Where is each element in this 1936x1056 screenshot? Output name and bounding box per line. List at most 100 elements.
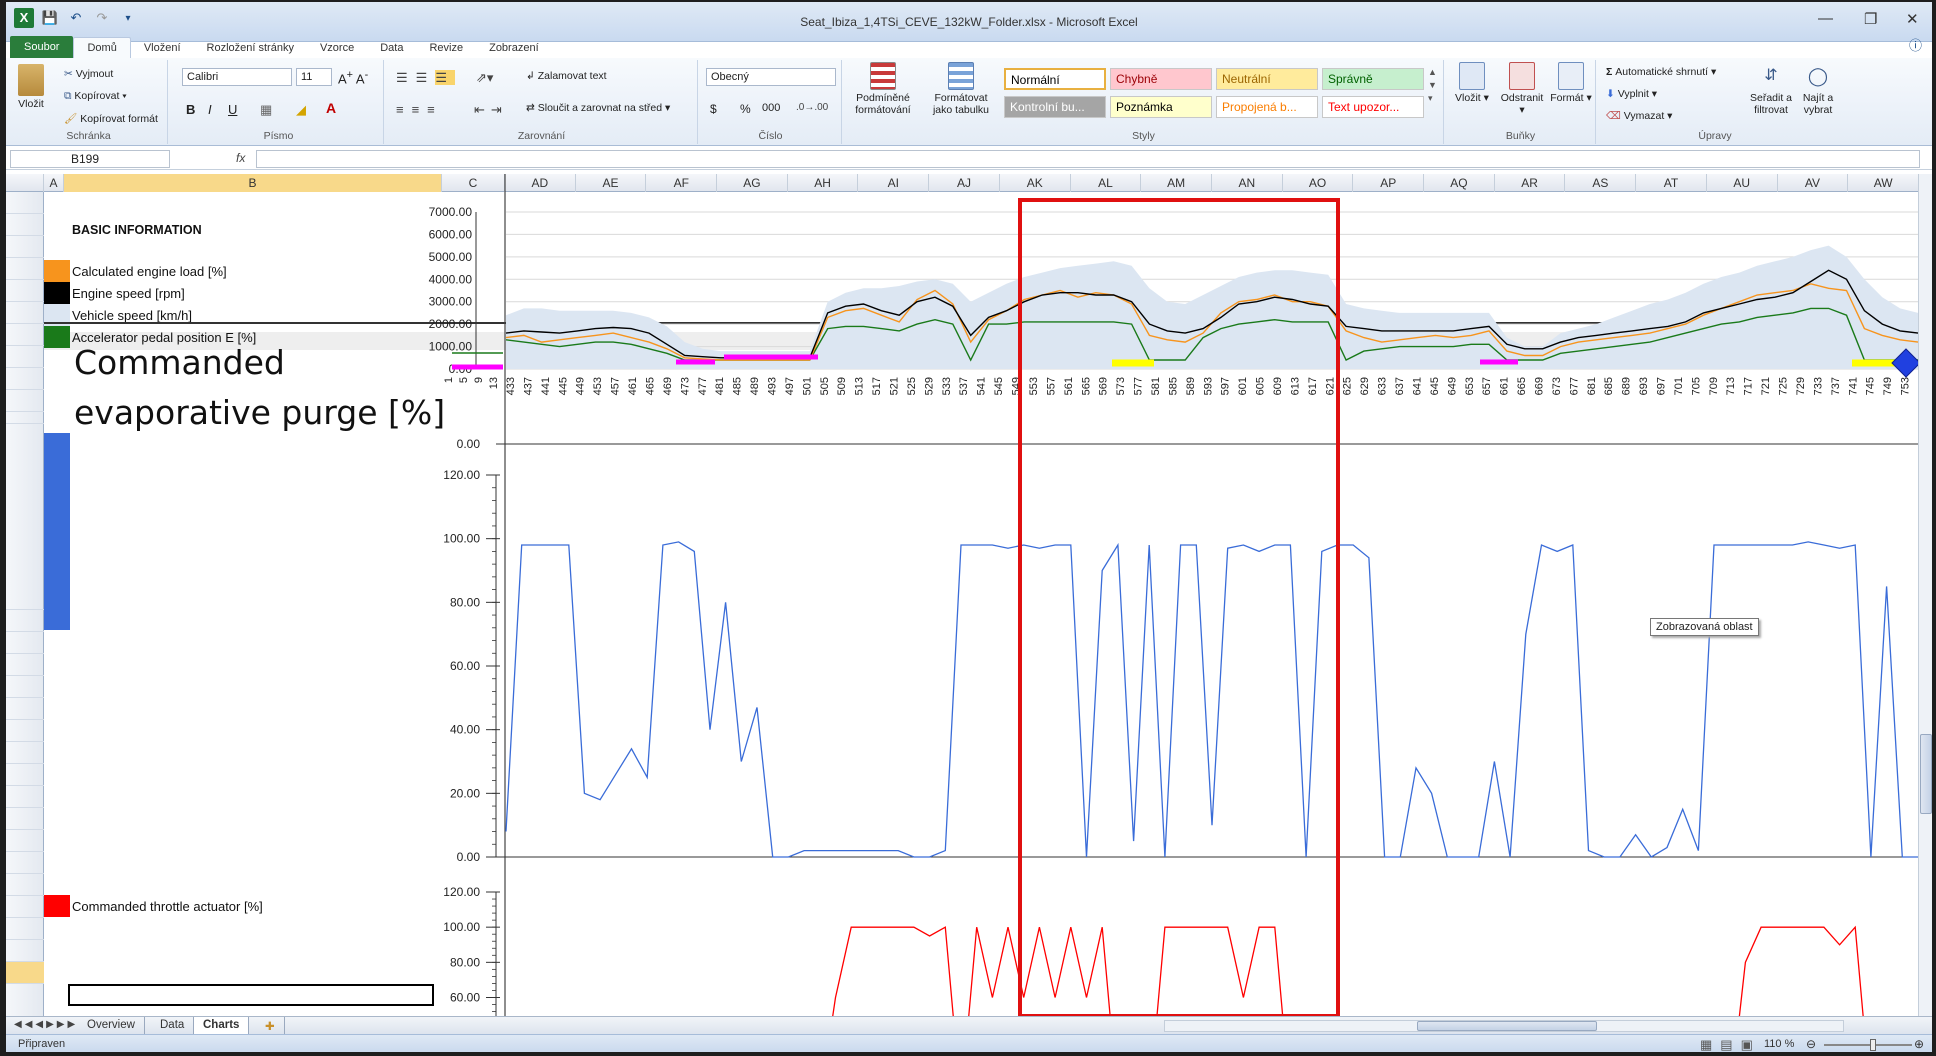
fill-color-icon[interactable]: ◢ — [296, 102, 306, 118]
row-header-193[interactable] — [6, 830, 44, 852]
row-header-198[interactable] — [6, 940, 44, 962]
column-header-ai[interactable]: AI — [859, 174, 930, 192]
zoom-level[interactable]: 110 % — [1764, 1038, 1794, 1050]
vertical-scrollbar[interactable] — [1918, 174, 1932, 1016]
tab-formulas[interactable]: Vzorce — [307, 38, 367, 58]
format-cells-button[interactable]: Formát ▾ — [1550, 62, 1592, 104]
row-header-197[interactable] — [6, 918, 44, 940]
row-header-189[interactable] — [6, 742, 44, 764]
number-format-combo[interactable]: Obecný — [706, 68, 836, 86]
grow-font-button[interactable]: A+ A- — [338, 69, 368, 86]
copy-button[interactable]: ⧉ Kopírovat ▾ — [64, 90, 127, 103]
thousands-button[interactable]: 000 — [762, 102, 780, 114]
find-select-button[interactable]: ◯ Najít a vybrat — [1798, 62, 1838, 116]
cell-style-5[interactable]: Poznámka — [1110, 96, 1212, 118]
wrap-text-button[interactable]: ↲ Zalamovat text — [526, 70, 607, 82]
indent-icon[interactable]: ⇤⇥ — [474, 102, 508, 118]
row-header-5[interactable] — [6, 280, 44, 302]
align-left-icon[interactable]: ≡≡≡ — [396, 102, 443, 117]
zoom-out-icon[interactable]: ⊖ — [1806, 1037, 1816, 1051]
column-header-b[interactable]: B — [64, 174, 442, 192]
row-header-188[interactable] — [6, 720, 44, 742]
clear-button[interactable]: ⌫ Vymazat ▾ — [1606, 110, 1672, 122]
view-mode-icons[interactable]: ▦▤▣ — [1700, 1037, 1761, 1052]
restore-icon[interactable]: ❐ — [1864, 10, 1877, 28]
vertical-scroll-thumb[interactable] — [1920, 734, 1932, 814]
row-header-184[interactable] — [6, 632, 44, 654]
orientation-icon[interactable]: ⇗▾ — [476, 70, 493, 86]
tab-review[interactable]: Revize — [416, 38, 476, 58]
tab-home[interactable]: Domů — [73, 37, 131, 58]
column-header-a[interactable]: A — [44, 174, 64, 192]
insert-function-icon[interactable]: fx — [236, 151, 245, 165]
sort-filter-button[interactable]: ⇵ Seřadit a filtrovat — [1748, 62, 1794, 116]
row-header-194[interactable] — [6, 852, 44, 874]
column-header-au[interactable]: AU — [1707, 174, 1778, 192]
cell-style-0[interactable]: Normální — [1004, 68, 1106, 90]
column-header-ap[interactable]: AP — [1353, 174, 1425, 192]
row-header-187[interactable] — [6, 698, 44, 720]
decimal-icon[interactable]: .0→.00 — [796, 102, 828, 113]
column-header-as[interactable]: AS — [1566, 174, 1637, 192]
row-header-195[interactable] — [6, 874, 44, 896]
row-header-190[interactable] — [6, 764, 44, 786]
column-header-c[interactable]: C — [442, 174, 505, 192]
row-header-3[interactable] — [6, 236, 44, 258]
font-color-icon[interactable]: A — [326, 100, 336, 116]
align-top-icon[interactable]: ☰☰☰ — [396, 70, 455, 86]
column-header-at[interactable]: AT — [1636, 174, 1707, 192]
cut-button[interactable]: ✂ Vyjmout — [64, 68, 113, 80]
name-box[interactable]: B199 — [10, 150, 170, 168]
column-header-ar[interactable]: AR — [1495, 174, 1566, 192]
column-header-ag[interactable]: AG — [717, 174, 788, 192]
insert-sheet-icon[interactable]: ✚ — [256, 1017, 285, 1035]
italic-button[interactable]: I — [208, 102, 212, 117]
tab-insert[interactable]: Vložení — [131, 38, 194, 58]
tab-data[interactable]: Data — [367, 38, 416, 58]
row-header-1[interactable] — [6, 192, 44, 214]
zoom-in-icon[interactable]: ⊕ — [1914, 1037, 1924, 1051]
row-header-180[interactable] — [6, 324, 44, 346]
borders-icon[interactable]: ▦ — [260, 102, 272, 118]
column-header-av[interactable]: AV — [1778, 174, 1849, 192]
zoom-slider-thumb[interactable] — [1870, 1039, 1876, 1051]
cell-style-1[interactable]: Chybně — [1110, 68, 1212, 90]
bold-button[interactable]: B — [186, 102, 195, 117]
row-header-181[interactable] — [6, 346, 44, 368]
fill-button[interactable]: ⬇ Vyplnit ▾ — [1606, 88, 1657, 100]
cell-style-4[interactable]: Kontrolní bu... — [1004, 96, 1106, 118]
column-header-ah[interactable]: AH — [788, 174, 859, 192]
format-painter-button[interactable]: 🖌 Kopírovat formát — [64, 112, 158, 125]
paste-button[interactable]: Vložit — [14, 64, 48, 110]
cell-style-3[interactable]: Správně — [1322, 68, 1424, 90]
minimize-icon[interactable]: — — [1818, 10, 1833, 27]
column-header-al[interactable]: AL — [1071, 174, 1142, 192]
horizontal-scrollbar[interactable] — [1164, 1020, 1844, 1032]
horizontal-scroll-thumb[interactable] — [1417, 1021, 1597, 1031]
column-header-aj[interactable]: AJ — [929, 174, 1000, 192]
row-header-182[interactable] — [6, 368, 44, 610]
worksheet-grid[interactable] — [44, 192, 1924, 1016]
column-header-an[interactable]: AN — [1212, 174, 1283, 192]
conditional-formatting-button[interactable]: Podmíněné formátování — [848, 62, 918, 116]
column-header-ao[interactable]: AO — [1283, 174, 1354, 192]
row-header-199[interactable] — [6, 962, 44, 984]
font-size-combo[interactable]: 11 — [296, 68, 332, 86]
column-header-aq[interactable]: AQ — [1424, 174, 1495, 192]
cell-style-7[interactable]: Text upozor... — [1322, 96, 1424, 118]
autosum-button[interactable]: Σ Automatické shrnutí ▾ — [1606, 66, 1716, 78]
formula-input[interactable] — [256, 150, 1920, 168]
underline-button[interactable]: U — [228, 102, 237, 117]
column-header-ad[interactable]: AD — [505, 174, 576, 192]
column-header-aw[interactable]: AW — [1848, 174, 1919, 192]
merge-center-button[interactable]: ⇄ Sloučit a zarovnat na střed ▾ — [526, 102, 670, 114]
column-header-am[interactable]: AM — [1141, 174, 1212, 192]
column-header-ae[interactable]: AE — [576, 174, 647, 192]
format-as-table-button[interactable]: Formátovat jako tabulku — [924, 62, 998, 116]
tab-file[interactable]: Soubor — [10, 36, 74, 58]
column-header-af[interactable]: AF — [646, 174, 718, 192]
font-name-combo[interactable]: Calibri — [182, 68, 292, 86]
sheet-tab-charts[interactable]: Charts — [194, 1017, 250, 1035]
tab-view[interactable]: Zobrazení — [476, 38, 552, 58]
row-header-196[interactable] — [6, 896, 44, 918]
